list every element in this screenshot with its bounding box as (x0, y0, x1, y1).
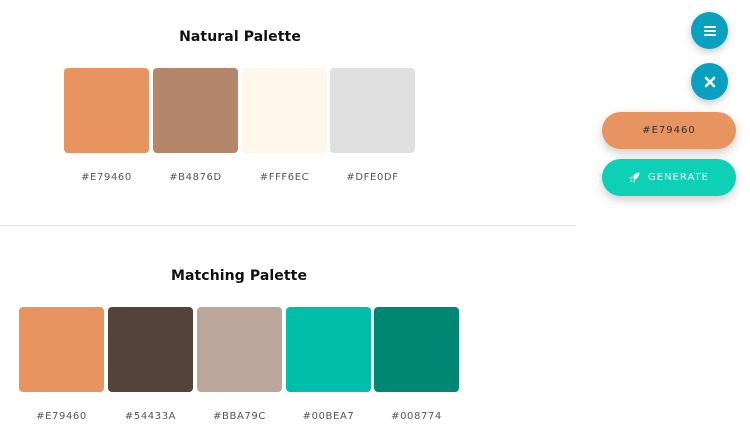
current-color-label: #E79460 (642, 125, 696, 136)
matching-hex-5: #008774 (391, 411, 442, 422)
natural-hex-1: #E79460 (81, 172, 132, 183)
natural-hex-2: #B4876D (169, 172, 222, 183)
palette-panel: Natural Palette #E79460 #B4876D #FFF6EC … (0, 0, 576, 444)
hamburger-menu-icon (703, 25, 716, 36)
generate-label: GENERATE (648, 172, 709, 183)
natural-swatch-2[interactable] (153, 68, 238, 153)
matching-hex-3: #BBA79C (213, 411, 266, 422)
close-x-icon (704, 76, 715, 87)
natural-hex-3: #FFF6EC (259, 172, 310, 183)
natural-hex-4: #DFE0DF (346, 172, 399, 183)
current-color-button[interactable]: #E79460 (602, 112, 736, 149)
natural-swatch-1[interactable] (64, 68, 149, 153)
rocket-icon (629, 172, 640, 183)
matching-palette-title: Matching Palette (170, 268, 308, 284)
matching-hex-1: #E79460 (36, 411, 87, 422)
section-divider (0, 225, 576, 226)
natural-swatch-4[interactable] (330, 68, 415, 153)
natural-palette-title: Natural Palette (179, 29, 301, 45)
matching-swatch-1[interactable] (19, 307, 104, 392)
matching-hex-2: #54433A (124, 411, 177, 422)
matching-swatch-2[interactable] (108, 307, 193, 392)
menu-button[interactable] (691, 12, 728, 49)
matching-swatch-4[interactable] (286, 307, 371, 392)
close-button[interactable] (691, 63, 728, 100)
matching-swatch-3[interactable] (197, 307, 282, 392)
natural-swatch-3[interactable] (242, 68, 327, 153)
generate-button[interactable]: GENERATE (602, 159, 736, 196)
matching-hex-4: #00BEA7 (302, 411, 355, 422)
matching-swatch-5[interactable] (374, 307, 459, 392)
